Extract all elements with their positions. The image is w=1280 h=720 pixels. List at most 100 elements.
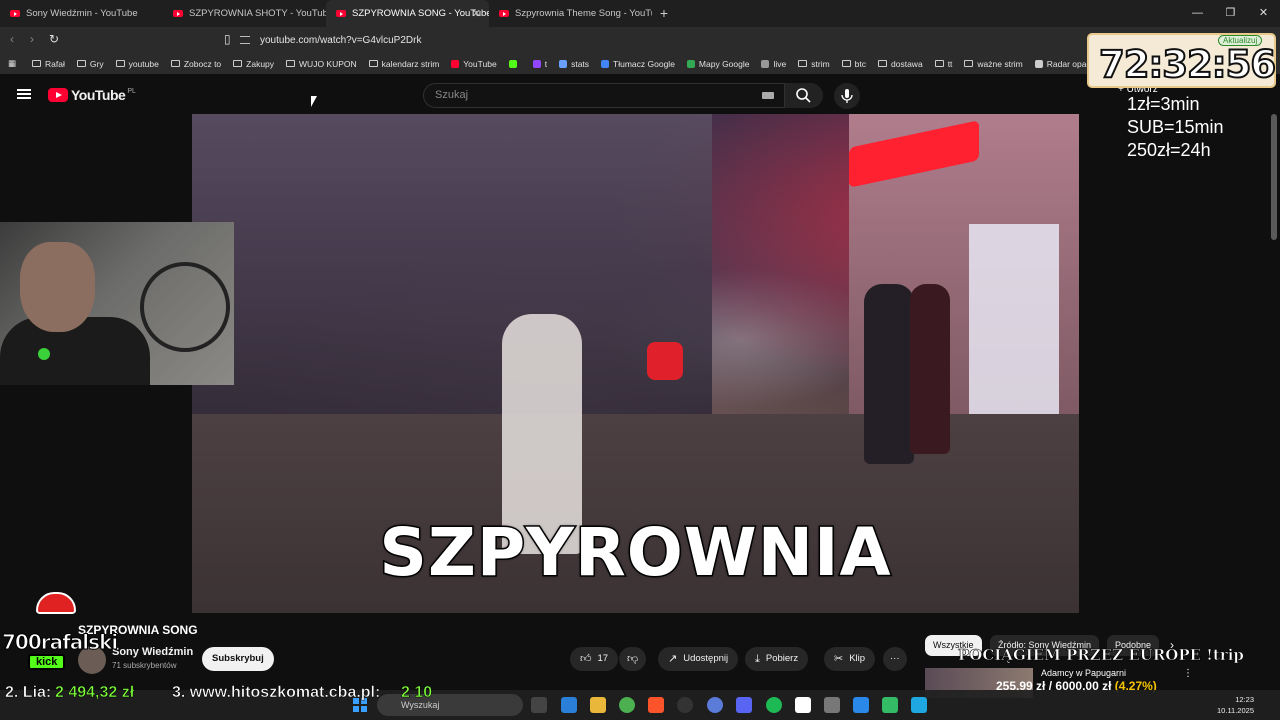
bookmark-label: Mapy Google — [698, 58, 750, 69]
maps-icon — [686, 59, 695, 68]
bookmark-item[interactable]: YouTube — [451, 59, 497, 69]
apps-icon[interactable]: ▦ — [8, 58, 16, 69]
keyboard-icon[interactable] — [762, 92, 774, 99]
bookmark-label: Rafał — [45, 58, 65, 69]
bookmark-item[interactable]: dostawa — [878, 59, 923, 69]
bookmark-item[interactable]: tt — [934, 59, 952, 69]
new-tab-button[interactable]: + — [652, 0, 676, 27]
bookmark-item[interactable]: WUJO KUPON — [286, 59, 357, 69]
more-actions-button[interactable]: ··· — [883, 647, 907, 671]
related-more-icon[interactable]: ⋮ — [1183, 668, 1193, 679]
bookmark-label: WUJO KUPON — [299, 58, 357, 69]
bookmark-icon[interactable]: ▯ — [224, 32, 231, 46]
bookmark-item[interactable]: ważne strim — [964, 59, 1023, 69]
voice-search-button[interactable] — [834, 83, 860, 109]
folder-icon — [170, 60, 180, 67]
minimize-icon[interactable]: — — [1181, 0, 1214, 27]
folder-icon — [841, 60, 851, 67]
folder-icon — [233, 60, 243, 67]
bookmark-label: Gry — [89, 58, 104, 69]
bookmark-label: Tłumacz Google — [613, 58, 675, 69]
browser-tab[interactable]: SZPYROWNIA SHOTY - YouTube — [163, 0, 326, 27]
menu-icon[interactable] — [17, 89, 31, 99]
video-caption: SZPYROWNIA — [378, 513, 892, 593]
donation-ticker: 2. Lia: 2 494,32 zł 3. www.hitoszkomat.c… — [0, 684, 910, 706]
stream-promo-text: POCIĄGIEM PRZEZ EUROPE !trip — [958, 646, 1245, 665]
search-placeholder: Szukaj — [435, 89, 469, 101]
bookmark-item[interactable]: Zakupy — [233, 59, 274, 69]
forward-icon[interactable]: › — [30, 32, 34, 46]
scissors-icon: ✂ — [834, 653, 844, 665]
rule-line: 250zł=24h — [1127, 140, 1211, 160]
bookmark-item[interactable]: Rafał — [32, 59, 65, 69]
browser-tab-active[interactable]: SZPYROWNIA SONG - YouTube ✕ — [326, 0, 489, 27]
folder-icon — [286, 60, 296, 67]
update-button[interactable]: Aktualizuj — [1218, 35, 1263, 46]
bookmark-item[interactable] — [508, 59, 521, 68]
back-icon[interactable]: ‹ — [10, 32, 14, 46]
like-count: 17 — [597, 653, 609, 664]
related-video-title[interactable]: Adamcy w Papugarni — [1041, 668, 1126, 678]
bookmark-item[interactable]: Zobocz to — [170, 59, 221, 69]
taskbar-clock[interactable]: 12:23 10.11.2025 — [1217, 694, 1254, 716]
bookmark-item[interactable]: btc — [841, 59, 866, 69]
share-button[interactable]: ↗ Udostępnij — [658, 647, 739, 671]
page-scrollbar[interactable] — [1271, 114, 1277, 240]
reload-icon[interactable]: ↻ — [49, 32, 59, 46]
translate-icon — [601, 59, 610, 68]
bookmark-item[interactable]: stats — [559, 59, 589, 69]
close-window-icon[interactable]: ✕ — [1247, 0, 1280, 27]
maximize-icon[interactable]: ❐ — [1214, 0, 1247, 27]
streamer-webcam — [0, 222, 234, 385]
search-input[interactable]: Szukaj — [423, 83, 785, 108]
close-tab-icon[interactable]: ✕ — [472, 7, 481, 20]
ticker-amount: 2 10 — [401, 684, 433, 702]
bookmark-label: dostawa — [891, 58, 923, 69]
webcam-microphone — [38, 348, 50, 360]
window-controls: — ❐ ✕ — [1181, 0, 1280, 27]
tab-label: Szpyrownia Theme Song - YouTube — [515, 8, 652, 19]
browser-tab[interactable]: Szpyrownia Theme Song - YouTube — [489, 0, 652, 27]
webcam-bicycle — [140, 262, 230, 352]
download-button[interactable]: ⤓ Pobierz — [745, 647, 809, 671]
youtube-play-icon — [48, 88, 68, 102]
app-icon[interactable] — [911, 697, 927, 713]
bookmark-label: stats — [571, 58, 590, 69]
mouse-cursor-icon — [311, 96, 317, 107]
bookmark-item[interactable]: strim — [798, 59, 830, 69]
bookmark-item[interactable]: kalendarz strim — [368, 58, 440, 69]
site-info-icon[interactable] — [240, 36, 250, 44]
download-icon: ⤓ — [755, 653, 760, 665]
video-frame-person — [864, 284, 914, 464]
ticker-amount: 2 494,32 zł — [55, 684, 135, 702]
tab-label: Sony Wiedźmin - YouTube — [26, 8, 138, 19]
like-button[interactable]: 👍︎ 17 — [570, 647, 619, 671]
stats-icon — [559, 59, 568, 68]
bookmark-item[interactable]: Tłumacz Google — [601, 59, 675, 69]
url-field[interactable]: youtube.com/watch?v=G4vlcuP2Drk — [240, 30, 970, 50]
clip-button[interactable]: ✂ Klip — [824, 647, 876, 671]
kick-icon — [508, 59, 517, 68]
subscribe-button[interactable]: Subskrybuj — [202, 647, 274, 671]
webcam-face — [20, 242, 95, 332]
rule-line: SUB=15min — [1127, 117, 1224, 137]
browser-tab[interactable]: Sony Wiedźmin - YouTube — [0, 0, 163, 27]
youtube-logo[interactable]: YouTube PL — [48, 87, 136, 103]
folder-icon — [368, 60, 378, 67]
browser-tab-strip: Sony Wiedźmin - YouTube SZPYROWNIA SHOTY… — [0, 0, 1280, 27]
folder-icon — [32, 60, 42, 67]
bookmark-item[interactable]: t — [532, 59, 547, 69]
ticker-label: 2. Lia: — [5, 684, 52, 702]
youtube-favicon-icon — [173, 10, 183, 17]
bookmark-label: live — [773, 58, 787, 69]
search-button[interactable] — [785, 83, 823, 108]
bookmark-item[interactable]: youtube — [115, 58, 159, 69]
bookmark-label: kalendarz strim — [381, 58, 440, 69]
bookmark-label: youtube — [128, 58, 159, 69]
bookmark-item[interactable]: Gry — [76, 58, 104, 69]
bookmark-item[interactable]: live — [761, 59, 786, 69]
video-player[interactable]: SZPYROWNIA — [192, 114, 1079, 613]
channel-name[interactable]: Sony Wiedźmin — [112, 646, 193, 658]
dislike-button[interactable]: 👎︎ — [619, 647, 647, 671]
bookmark-item[interactable]: Mapy Google — [686, 58, 750, 69]
